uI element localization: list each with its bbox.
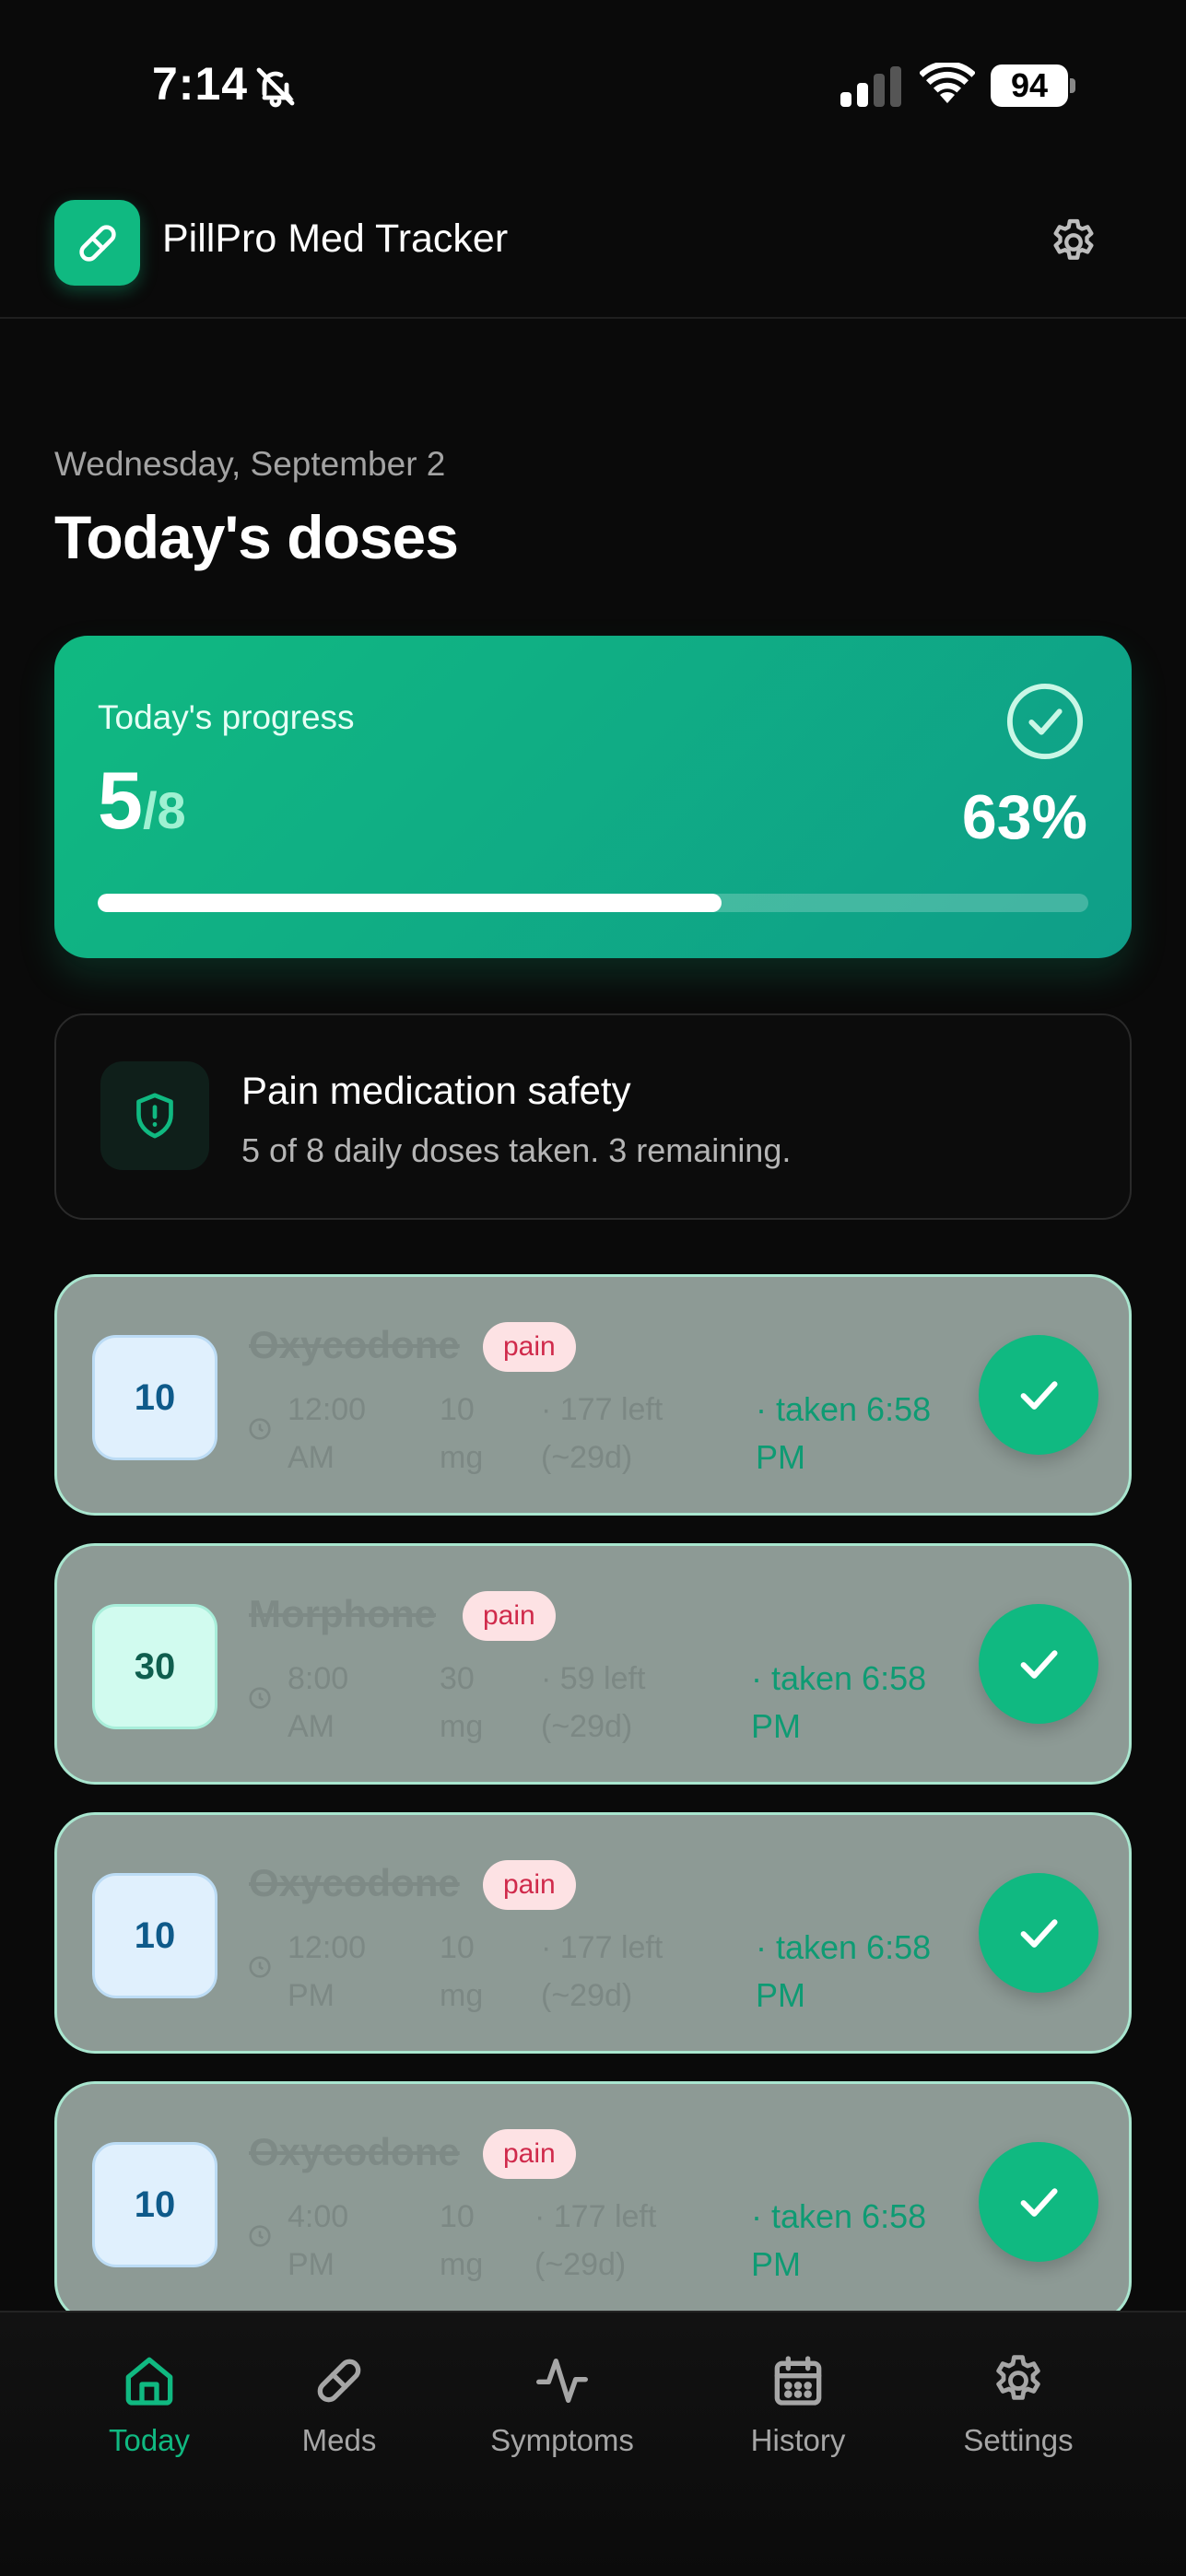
pills-remaining: · 177 left (~29d) <box>534 2199 657 2282</box>
taken-time: · taken 6:58 PM <box>751 1659 927 1745</box>
dose-list: 10 Oxycodone pain 12:00 AM 10 mg · 177 l… <box>54 1274 1132 2311</box>
gear-icon <box>1053 218 1094 260</box>
progress-bar-fill <box>98 894 722 912</box>
mark-taken-button[interactable] <box>979 2142 1098 2262</box>
nav-label: History <box>750 2423 846 2457</box>
dose-card[interactable]: 10 Oxycodone pain 4:00 PM 10 mg · 177 le… <box>54 2081 1132 2311</box>
nav-label: Meds <box>301 2423 377 2457</box>
dose-amount: 10 mg <box>440 1392 484 1475</box>
safety-card: Pain medication safety 5 of 8 daily dose… <box>54 1013 1132 1220</box>
dose-time: 12:00 PM <box>288 1930 367 2013</box>
med-name: Morphone <box>249 1592 436 1635</box>
progress-bar <box>98 894 1088 912</box>
doses-total-count: /8 <box>142 781 186 839</box>
taken-time: · taken 6:58 PM <box>756 1928 932 2014</box>
dose-badge: 10 <box>92 1873 217 1998</box>
pills-remaining: · 177 left (~29d) <box>541 1930 663 2013</box>
dose-time: 4:00 PM <box>288 2199 349 2282</box>
dose-time: 12:00 AM <box>288 1392 367 1475</box>
cellular-signal-icon <box>840 66 901 107</box>
dose-amount: 30 mg <box>440 1661 484 1744</box>
med-name: Oxycodone <box>249 2130 460 2173</box>
battery-indicator: 94 <box>991 64 1075 107</box>
mark-taken-button[interactable] <box>979 1873 1098 1993</box>
safety-title: Pain medication safety <box>241 1069 631 1112</box>
progress-label: Today's progress <box>98 698 355 736</box>
battery-level: 94 <box>991 64 1068 107</box>
pills-remaining: · 59 left (~29d) <box>541 1661 646 1744</box>
gear-icon <box>996 2355 1040 2400</box>
taken-time: · taken 6:58 PM <box>756 1390 932 1476</box>
nav-today[interactable]: Today <box>57 2340 241 2478</box>
nav-symptoms[interactable]: Symptoms <box>470 2340 654 2478</box>
nav-settings[interactable]: Settings <box>926 2340 1110 2478</box>
category-tag: pain <box>463 1591 556 1641</box>
page-title: Today's doses <box>54 503 459 571</box>
category-tag: pain <box>483 2129 576 2179</box>
bell-muted-icon <box>256 67 295 108</box>
clock-icon <box>249 2225 271 2247</box>
checkmark-icon <box>1020 1381 1058 1410</box>
header-settings-button[interactable] <box>1041 210 1106 275</box>
dose-amount: 10 mg <box>440 1930 484 2013</box>
bottom-nav: Today Meds Symptoms History Settings <box>0 2311 1186 2576</box>
status-bar: 7:14 94 <box>0 0 1186 175</box>
taken-time: · taken 6:58 PM <box>751 2197 927 2283</box>
pill-icon <box>317 2359 361 2403</box>
clock-icon <box>249 1956 271 1978</box>
current-date: Wednesday, September 2 <box>54 445 446 483</box>
shield-alert-icon <box>100 1061 209 1170</box>
clock-icon <box>249 1418 271 1440</box>
mark-taken-button[interactable] <box>979 1604 1098 1724</box>
activity-icon <box>536 2359 588 2403</box>
dose-card[interactable]: 10 Oxycodone pain 12:00 AM 10 mg · 177 l… <box>54 1274 1132 1516</box>
nav-meds[interactable]: Meds <box>247 2340 431 2478</box>
check-circle-icon <box>1006 683 1084 760</box>
clock-icon <box>249 1687 271 1709</box>
doses-taken-count: 5 <box>98 755 143 846</box>
med-name: Oxycodone <box>249 1861 460 1904</box>
mark-taken-button[interactable] <box>979 1335 1098 1455</box>
checkmark-icon <box>1020 1650 1058 1679</box>
pill-logo-icon <box>54 200 140 286</box>
category-tag: pain <box>483 1860 576 1910</box>
nav-label: Symptoms <box>490 2423 634 2457</box>
med-name: Oxycodone <box>249 1323 460 1366</box>
dose-card[interactable]: 10 Oxycodone pain 12:00 PM 10 mg · 177 l… <box>54 1812 1132 2054</box>
wifi-icon <box>920 63 975 103</box>
checkmark-icon <box>1020 2188 1058 2217</box>
progress-percent: 63% <box>961 782 1087 852</box>
app-title: PillPro Med Tracker <box>162 217 509 261</box>
nav-label: Today <box>108 2423 191 2457</box>
status-time: 7:14 <box>152 58 249 110</box>
dose-badge: 30 <box>92 1604 217 1729</box>
dose-card[interactable]: 30 Morphone pain 8:00 AM 30 mg · 59 left… <box>54 1543 1132 1785</box>
dose-time: 8:00 AM <box>288 1661 349 1744</box>
progress-count: 5/8 <box>98 754 186 848</box>
app-header: PillPro Med Tracker <box>0 175 1186 319</box>
checkmark-icon <box>1020 1919 1058 1948</box>
progress-card: Today's progress 5/8 63% <box>54 636 1132 958</box>
category-tag: pain <box>483 1322 576 1372</box>
dose-badge: 10 <box>92 2142 217 2267</box>
dose-amount: 10 mg <box>440 2199 484 2282</box>
dose-badge: 10 <box>92 1335 217 1460</box>
pills-remaining: · 177 left (~29d) <box>541 1392 663 1475</box>
nav-history[interactable]: History <box>706 2340 890 2478</box>
safety-subtitle: 5 of 8 daily doses taken. 3 remaining. <box>241 1131 792 1169</box>
nav-label: Settings <box>963 2423 1074 2457</box>
calendar-icon <box>774 2356 822 2406</box>
home-icon <box>125 2357 173 2406</box>
